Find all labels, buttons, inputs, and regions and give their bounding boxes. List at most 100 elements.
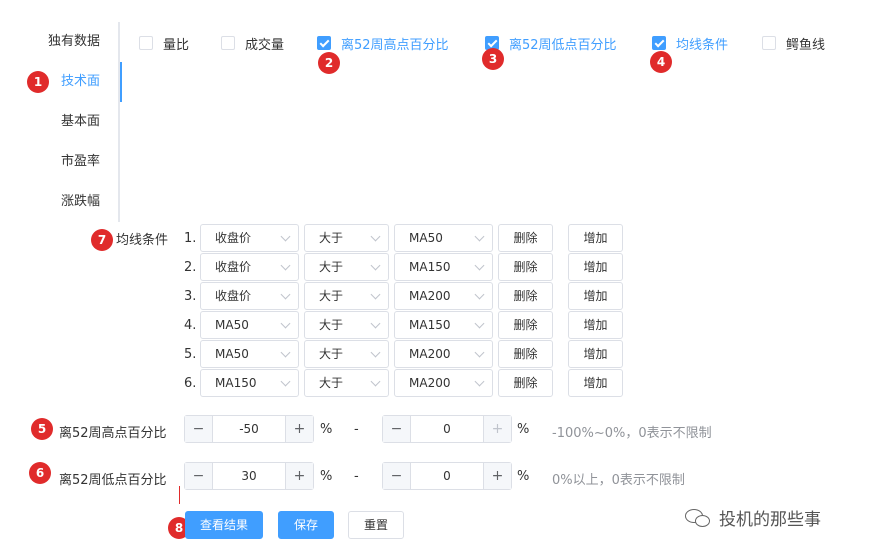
operator-select[interactable]: 大于 <box>304 282 389 310</box>
delete-button[interactable]: 删除 <box>498 253 553 281</box>
annotation-badge: 2 <box>318 52 340 74</box>
right-operand-select[interactable]: MA200 <box>394 282 493 310</box>
right-operand-select[interactable]: MA200 <box>394 369 493 397</box>
row-number: 2. <box>184 260 197 275</box>
select-value: MA50 <box>215 318 249 332</box>
select-value: 大于 <box>319 318 344 332</box>
plus-icon[interactable]: + <box>285 416 313 442</box>
left-operand-select[interactable]: 收盘价 <box>200 282 299 310</box>
operator-select[interactable]: 大于 <box>304 253 389 281</box>
right-operand-select[interactable]: MA200 <box>394 340 493 368</box>
select-value: 大于 <box>319 231 344 245</box>
sidebar-item-pe-ratio[interactable]: 市盈率 <box>0 142 120 182</box>
checkbox-box[interactable] <box>139 36 153 50</box>
delete-button[interactable]: 删除 <box>498 311 553 339</box>
annotation-badge: 7 <box>91 229 113 251</box>
select-value: MA200 <box>409 347 451 361</box>
stepper-value[interactable]: 0 <box>411 463 483 489</box>
operator-select[interactable]: 大于 <box>304 369 389 397</box>
sidebar-item-technical[interactable]: 技术面 <box>0 62 122 102</box>
minus-icon[interactable]: − <box>383 416 411 442</box>
left-operand-select[interactable]: 收盘价 <box>200 253 299 281</box>
left-operand-select[interactable]: MA150 <box>200 369 299 397</box>
view-results-button[interactable]: 查看结果 <box>185 511 263 539</box>
annotation-badge: 1 <box>27 71 49 93</box>
operator-select[interactable]: 大于 <box>304 224 389 252</box>
stepper-value[interactable]: -50 <box>213 416 285 442</box>
delete-button[interactable]: 删除 <box>498 340 553 368</box>
check-icon[interactable] <box>317 36 331 50</box>
checkbox-volume-ratio[interactable]: 量比 <box>139 33 189 53</box>
plus-icon[interactable]: + <box>285 463 313 489</box>
minus-icon[interactable]: − <box>185 416 213 442</box>
delete-button[interactable]: 删除 <box>498 282 553 310</box>
stepper-value[interactable]: 30 <box>213 463 285 489</box>
checkbox-volume[interactable]: 成交量 <box>221 33 284 53</box>
chevron-down-icon <box>370 289 381 300</box>
pct-52w-low-from-stepper[interactable]: − 30 + <box>184 462 314 490</box>
annotation-badge: 5 <box>31 418 53 440</box>
delete-button[interactable]: 删除 <box>498 224 553 252</box>
select-value: MA150 <box>409 318 451 332</box>
chevron-down-icon <box>370 376 381 387</box>
sidebar-item-change[interactable]: 涨跌幅 <box>0 182 120 222</box>
right-operand-select[interactable]: MA150 <box>394 311 493 339</box>
add-button[interactable]: 增加 <box>568 282 623 310</box>
select-value: 收盘价 <box>215 289 252 303</box>
stepper-value[interactable]: 0 <box>411 416 483 442</box>
pct-52w-high-label: 离52周高点百分比 <box>59 426 167 441</box>
check-icon[interactable] <box>652 36 666 50</box>
add-button[interactable]: 增加 <box>568 253 623 281</box>
pct-52w-high-from-stepper[interactable]: − -50 + <box>184 415 314 443</box>
sidebar-item-exclusive-data[interactable]: 独有数据 <box>0 22 120 62</box>
chevron-down-icon <box>474 376 485 387</box>
checkbox-ma-condition[interactable]: 均线条件 <box>652 33 728 53</box>
select-value: MA50 <box>409 231 443 245</box>
plus-icon[interactable]: + <box>483 416 511 442</box>
chevron-down-icon <box>280 376 291 387</box>
add-button[interactable]: 增加 <box>568 311 623 339</box>
minus-icon[interactable]: − <box>383 463 411 489</box>
select-value: 收盘价 <box>215 260 252 274</box>
checkbox-pct-52w-high[interactable]: 离52周高点百分比 <box>317 33 449 53</box>
checkbox-pct-52w-low[interactable]: 离52周低点百分比 <box>485 33 617 53</box>
row-number: 1. <box>184 231 197 246</box>
row-number: 3. <box>184 289 197 304</box>
save-button[interactable]: 保存 <box>278 511 334 539</box>
annotation-badge: 6 <box>29 462 51 484</box>
add-button[interactable]: 增加 <box>568 369 623 397</box>
add-button[interactable]: 增加 <box>568 224 623 252</box>
add-button[interactable]: 增加 <box>568 340 623 368</box>
checkbox-box[interactable] <box>762 36 776 50</box>
chevron-down-icon <box>280 318 291 329</box>
checkbox-box[interactable] <box>221 36 235 50</box>
row-number: 5. <box>184 347 197 362</box>
text-cursor <box>179 486 180 504</box>
operator-select[interactable]: 大于 <box>304 311 389 339</box>
annotation-badge: 3 <box>482 48 504 70</box>
pct-52w-high-to-stepper[interactable]: − 0 + <box>382 415 512 443</box>
left-operand-select[interactable]: 收盘价 <box>200 224 299 252</box>
chevron-down-icon <box>280 231 291 242</box>
pct-52w-low-label: 离52周低点百分比 <box>59 473 167 488</box>
operator-select[interactable]: 大于 <box>304 340 389 368</box>
chevron-down-icon <box>370 231 381 242</box>
select-value: 大于 <box>319 260 344 274</box>
pct-52w-low-to-stepper[interactable]: − 0 + <box>382 462 512 490</box>
delete-button[interactable]: 删除 <box>498 369 553 397</box>
select-value: MA150 <box>215 376 257 390</box>
chevron-down-icon <box>474 318 485 329</box>
left-operand-select[interactable]: MA50 <box>200 340 299 368</box>
minus-icon[interactable]: − <box>185 463 213 489</box>
right-operand-select[interactable]: MA150 <box>394 253 493 281</box>
checkbox-alligator[interactable]: 鳄鱼线 <box>762 33 825 53</box>
left-operand-select[interactable]: MA50 <box>200 311 299 339</box>
wechat-icon <box>685 507 711 529</box>
right-operand-select[interactable]: MA50 <box>394 224 493 252</box>
reset-button[interactable]: 重置 <box>348 511 404 539</box>
unit-percent: % <box>320 469 333 484</box>
range-hint: 0%以上，0表示不限制 <box>552 473 685 488</box>
sidebar-item-fundamental[interactable]: 基本面 <box>0 102 120 142</box>
range-hint: -100%~0%，0表示不限制 <box>552 426 712 441</box>
plus-icon[interactable]: + <box>483 463 511 489</box>
